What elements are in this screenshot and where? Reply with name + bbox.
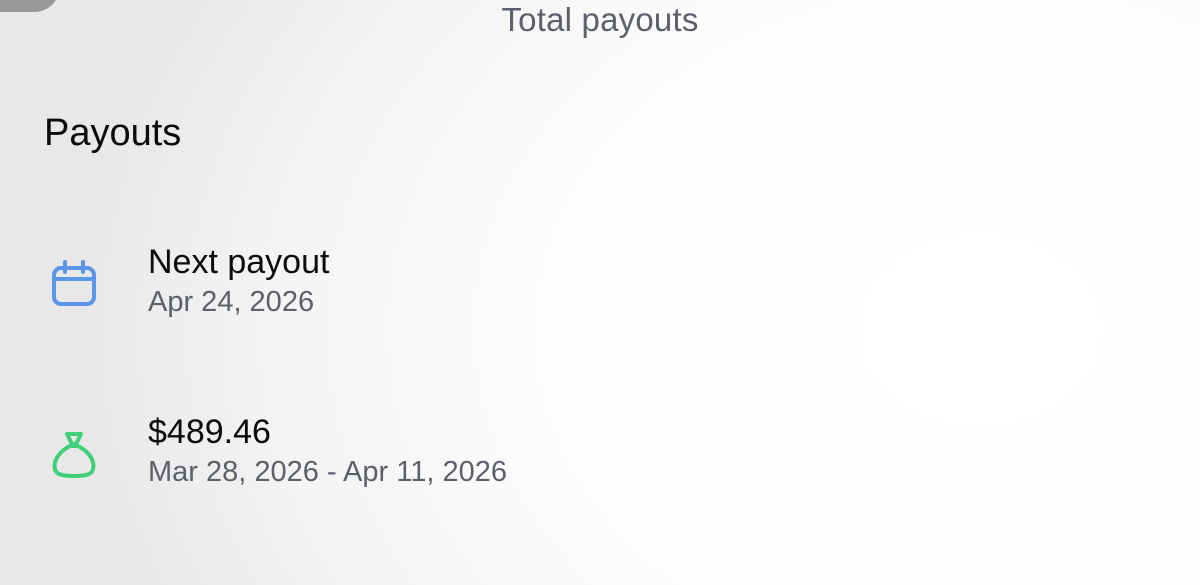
next-payout-label: Next payout <box>148 243 330 281</box>
payout-history-row[interactable]: $489.46 Mar 28, 2026 - Apr 11, 2026 <box>0 410 1200 500</box>
payout-history-text: $489.46 Mar 28, 2026 - Apr 11, 2026 <box>148 410 507 492</box>
payout-period: Mar 28, 2026 - Apr 11, 2026 <box>148 456 507 488</box>
next-payout-row[interactable]: Next payout Apr 24, 2026 <box>0 240 1200 330</box>
payout-amount: $489.46 <box>148 413 271 451</box>
next-payout-text: Next payout Apr 24, 2026 <box>148 240 329 322</box>
calendar-icon <box>46 256 102 312</box>
next-payout-date: Apr 24, 2026 <box>148 286 315 318</box>
page-title: Total payouts <box>501 1 699 38</box>
money-bag-icon <box>46 426 102 482</box>
section-heading-payouts: Payouts <box>44 112 182 154</box>
